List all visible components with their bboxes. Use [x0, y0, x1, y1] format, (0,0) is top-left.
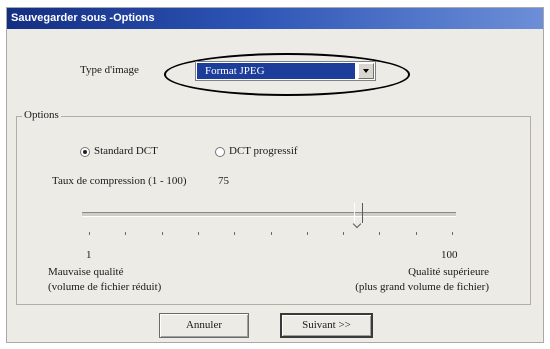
title-bar: Sauvegarder sous -Options — [7, 8, 543, 29]
slider-tick — [415, 232, 417, 235]
standard-dct-label[interactable]: Standard DCT — [94, 145, 158, 157]
options-group-label: Options — [22, 109, 61, 121]
slider-tick — [379, 232, 381, 235]
image-type-selected-value: Format JPEG — [197, 63, 355, 79]
slider-tick — [197, 232, 199, 235]
slider-tick — [270, 232, 272, 235]
low-quality-sublabel: (volume de fichier réduit) — [48, 281, 162, 293]
slider-tick — [234, 232, 236, 235]
slider-min-label: 1 — [86, 249, 92, 261]
progressive-dct-radio[interactable] — [215, 147, 225, 157]
slider-tick — [161, 232, 163, 235]
cancel-button[interactable]: Annuler — [159, 313, 249, 338]
quality-slider-thumb[interactable] — [354, 203, 363, 223]
standard-dct-radio[interactable] — [80, 147, 90, 157]
quality-slider-track[interactable] — [82, 212, 456, 217]
next-button[interactable]: Suivant >> — [280, 313, 373, 338]
progressive-dct-label[interactable]: DCT progressif — [229, 145, 298, 157]
slider-tick — [306, 232, 308, 235]
low-quality-label: Mauvaise qualité — [48, 266, 124, 278]
high-quality-sublabel: (plus grand volume de fichier) — [355, 281, 489, 293]
compression-rate-value: 75 — [218, 175, 229, 187]
slider-max-label: 100 — [441, 249, 458, 261]
slider-tick — [125, 232, 127, 235]
window-title: Sauvegarder sous -Options — [11, 12, 155, 24]
slider-tick — [452, 232, 453, 235]
chevron-down-icon[interactable] — [358, 63, 374, 79]
compression-rate-label: Taux de compression (1 - 100) — [52, 175, 187, 187]
high-quality-label: Qualité supérieure — [408, 266, 489, 278]
image-type-select[interactable]: Format JPEG — [195, 61, 376, 81]
image-type-label: Type d'image — [80, 64, 139, 76]
slider-tick — [343, 232, 345, 235]
slider-tick — [89, 232, 90, 235]
